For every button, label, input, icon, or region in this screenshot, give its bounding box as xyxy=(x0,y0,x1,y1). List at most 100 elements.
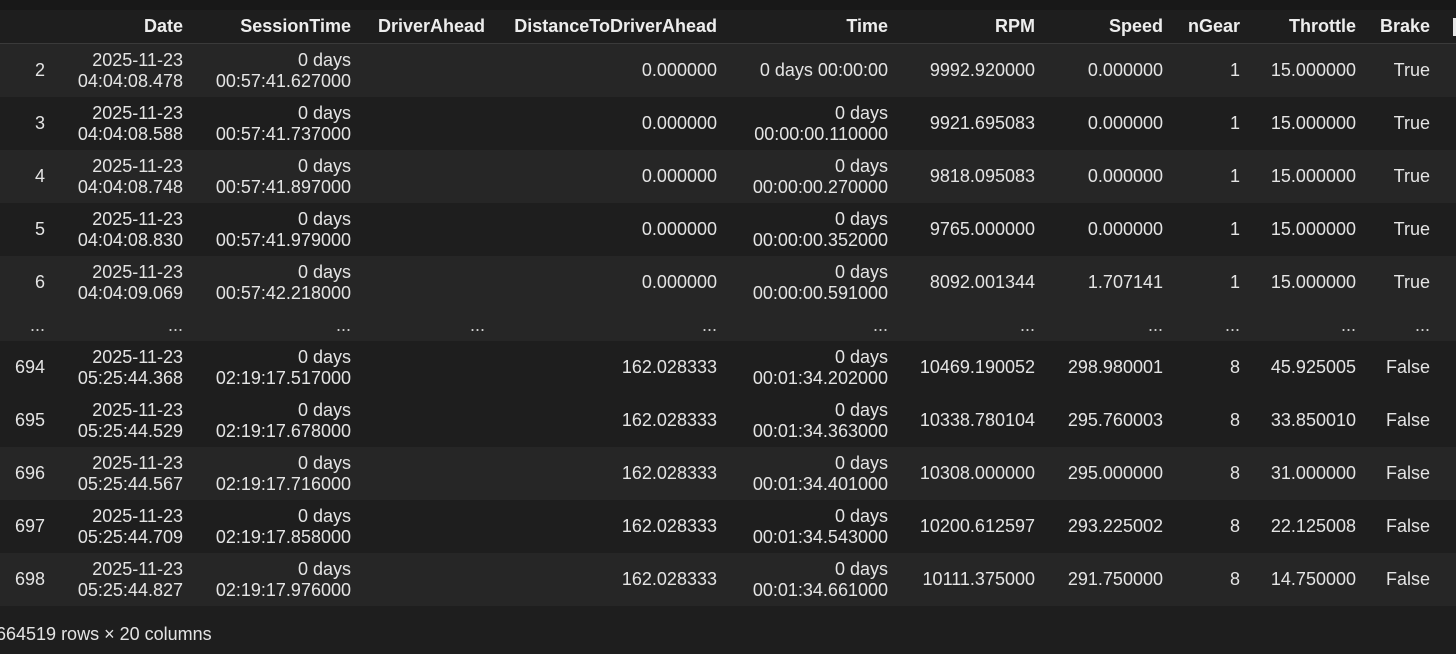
cell-ngear: 8 xyxy=(1175,394,1252,447)
cell-throttle: 15.000000 xyxy=(1252,256,1368,309)
cell-truncated xyxy=(1442,97,1456,150)
cell-brake: True xyxy=(1368,256,1442,309)
table-row: 4 2025-11-23 04:04:08.748 0 days 00:57:41.89… xyxy=(0,150,1456,203)
cell-time-line: 0 days xyxy=(834,558,888,579)
cell-time-line: 0 days xyxy=(834,505,888,526)
row-index: ... xyxy=(0,309,57,341)
row-index: 3 xyxy=(0,97,57,150)
cell-time-line: 0 days xyxy=(834,452,888,473)
cell-time-line: 0 days xyxy=(834,346,888,367)
cell-rpm: 9921.695083 xyxy=(900,97,1047,150)
cell-brake: False xyxy=(1368,447,1442,500)
cell-sessiontime-text: 0 days 02:19:17.858000 xyxy=(216,506,351,548)
cell-speed: 0.000000 xyxy=(1047,203,1175,256)
cell-driverahead xyxy=(363,341,497,394)
cell-distancetodriverahead: 0.000000 xyxy=(497,97,729,150)
cell-distancetodriverahead: 162.028333 xyxy=(497,447,729,500)
cell-date-line: 05:25:44.709 xyxy=(77,526,183,547)
cell-time-line: 00:00:00.591000 xyxy=(752,282,888,303)
cell-distancetodriverahead: 0.000000 xyxy=(497,150,729,203)
cell-date: 2025-11-23 04:04:08.748 xyxy=(57,150,195,203)
cell-ngear: 8 xyxy=(1175,447,1252,500)
column-header-date: Date xyxy=(57,10,195,44)
cell-time-line: 0 days xyxy=(834,208,888,229)
dataframe-output: Date SessionTime DriverAhead DistanceToD… xyxy=(0,10,1456,606)
cell-sessiontime-line: 00:57:41.897000 xyxy=(215,176,351,197)
table-row: 698 2025-11-23 05:25:44.827 0 days 02:19:17.… xyxy=(0,553,1456,606)
dataframe-table: Date SessionTime DriverAhead DistanceToD… xyxy=(0,10,1456,606)
cell-time-line: 00:01:34.661000 xyxy=(752,579,888,600)
cell-speed: ... xyxy=(1047,309,1175,341)
cell-date: 2025-11-23 04:04:08.830 xyxy=(57,203,195,256)
cell-date-line: 2025-11-23 xyxy=(92,155,183,176)
cell-sessiontime-line: ... xyxy=(335,314,351,335)
dataframe-shape-footer: 664519 rows × 20 columns xyxy=(0,624,212,644)
table-body: 2 2025-11-23 04:04:08.478 0 days 00:57:41.62… xyxy=(0,43,1456,606)
cell-sessiontime-text: 0 days 00:57:41.979000 xyxy=(216,209,351,251)
cell-throttle: 15.000000 xyxy=(1252,97,1368,150)
cell-sessiontime-line: 0 days xyxy=(297,399,351,420)
table-row: 5 2025-11-23 04:04:08.830 0 days 00:57:41.97… xyxy=(0,203,1456,256)
cell-ngear: 8 xyxy=(1175,341,1252,394)
cell-distancetodriverahead: 162.028333 xyxy=(497,500,729,553)
cell-time-text: 0 days 00:01:34.363000 xyxy=(753,400,888,442)
cell-time: 0 days 00:00:00.352000 xyxy=(729,203,900,256)
cell-date: 2025-11-23 04:04:08.588 xyxy=(57,97,195,150)
cell-time: 0 days 00:00:00.270000 xyxy=(729,150,900,203)
cell-distancetodriverahead: ... xyxy=(497,309,729,341)
cell-time-text: 0 days 00:00:00.110000 xyxy=(754,103,888,145)
cell-time-line: 00:01:34.202000 xyxy=(752,367,888,388)
cell-time: 0 days 00:01:34.363000 xyxy=(729,394,900,447)
cell-ngear: 8 xyxy=(1175,500,1252,553)
cell-time: ... xyxy=(729,309,900,341)
cell-sessiontime: ... xyxy=(195,309,363,341)
column-header-time: Time xyxy=(729,10,900,44)
cell-throttle: ... xyxy=(1252,309,1368,341)
cell-speed: 1.707141 xyxy=(1047,256,1175,309)
cell-truncated xyxy=(1442,500,1456,553)
cell-speed: 291.750000 xyxy=(1047,553,1175,606)
cell-date-line: 2025-11-23 xyxy=(92,208,183,229)
cell-speed: 0.000000 xyxy=(1047,150,1175,203)
cell-speed: 0.000000 xyxy=(1047,97,1175,150)
cell-brake: True xyxy=(1368,203,1442,256)
header-row: Date SessionTime DriverAhead DistanceToD… xyxy=(0,10,1456,44)
cell-date-line: 04:04:08.588 xyxy=(77,123,183,144)
cell-date-line: 2025-11-23 xyxy=(92,49,183,70)
cell-time-text: 0 days 00:01:34.202000 xyxy=(753,347,888,389)
cell-date-line: 2025-11-23 xyxy=(92,558,183,579)
cell-time: 0 days 00:01:34.202000 xyxy=(729,341,900,394)
cell-sessiontime-line: 0 days xyxy=(297,155,351,176)
cell-distancetodriverahead: 0.000000 xyxy=(497,203,729,256)
cell-brake: False xyxy=(1368,341,1442,394)
cell-truncated xyxy=(1442,43,1456,97)
cell-ngear: 1 xyxy=(1175,256,1252,309)
cell-speed: 293.225002 xyxy=(1047,500,1175,553)
cell-sessiontime: 0 days 02:19:17.858000 xyxy=(195,500,363,553)
cell-throttle: 15.000000 xyxy=(1252,150,1368,203)
cell-date-text: 2025-11-23 05:25:44.368 xyxy=(78,347,183,389)
cell-speed: 298.980001 xyxy=(1047,341,1175,394)
cell-driverahead xyxy=(363,394,497,447)
cell-time-text: 0 days 00:01:34.661000 xyxy=(753,559,888,601)
cell-date: 2025-11-23 05:25:44.368 xyxy=(57,341,195,394)
cell-date-line: 2025-11-23 xyxy=(92,261,183,282)
cell-date-line: 05:25:44.529 xyxy=(77,420,183,441)
cell-sessiontime: 0 days 02:19:17.678000 xyxy=(195,394,363,447)
cell-sessiontime-text: 0 days 00:57:42.218000 xyxy=(216,262,351,304)
table-row: 696 2025-11-23 05:25:44.567 0 days 02:19:17.… xyxy=(0,447,1456,500)
cell-driverahead xyxy=(363,97,497,150)
column-header-brake: Brake xyxy=(1368,10,1442,44)
cell-rpm: 10308.000000 xyxy=(900,447,1047,500)
cell-time-line: 00:00:00.352000 xyxy=(752,229,888,250)
cell-sessiontime-line: 02:19:17.858000 xyxy=(215,526,351,547)
column-header-throttle: Throttle xyxy=(1252,10,1368,44)
cell-date-line: ... xyxy=(167,314,183,335)
cell-brake: True xyxy=(1368,97,1442,150)
cell-driverahead xyxy=(363,150,497,203)
cell-driverahead xyxy=(363,203,497,256)
cell-rpm: 9992.920000 xyxy=(900,43,1047,97)
cell-sessiontime-line: 00:57:41.979000 xyxy=(215,229,351,250)
cell-brake: True xyxy=(1368,150,1442,203)
cell-time: 0 days 00:00:00.110000 xyxy=(729,97,900,150)
